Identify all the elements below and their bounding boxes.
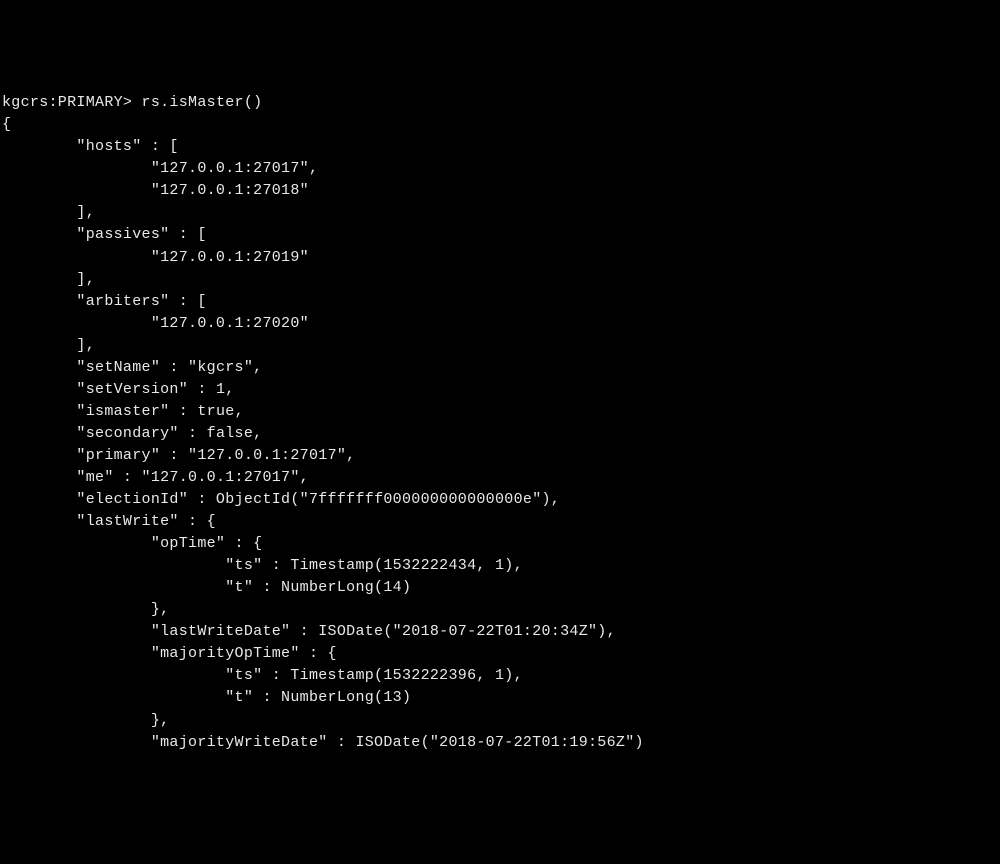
terminal-output[interactable]: kgcrs:PRIMARY> rs.isMaster() { "hosts" :… (2, 92, 998, 753)
prompt: kgcrs:PRIMARY> (2, 94, 142, 111)
me: 127.0.0.1:27017 (151, 469, 291, 486)
set-version: 1 (216, 381, 225, 398)
optime-t: 14 (383, 579, 402, 596)
ismaster: true (197, 403, 234, 420)
arbiter-0: 127.0.0.1:27020 (160, 315, 300, 332)
majority-write-date: 2018-07-22T01:19:56Z (439, 734, 625, 751)
last-write-date: 2018-07-22T01:20:34Z (402, 623, 588, 640)
host-1: 127.0.0.1:27018 (160, 182, 300, 199)
majority-t: 13 (383, 689, 402, 706)
set-name: kgcrs (197, 359, 244, 376)
command-text: rs.isMaster() (142, 94, 263, 111)
election-id: 7fffffff000000000000000e (309, 491, 532, 508)
passive-0: 127.0.0.1:27019 (160, 249, 300, 266)
primary: 127.0.0.1:27017 (197, 447, 337, 464)
optime-ts: 1532222434, 1 (383, 557, 504, 574)
secondary: false (207, 425, 254, 442)
host-0: 127.0.0.1:27017 (160, 160, 300, 177)
majority-ts: 1532222396, 1 (383, 667, 504, 684)
